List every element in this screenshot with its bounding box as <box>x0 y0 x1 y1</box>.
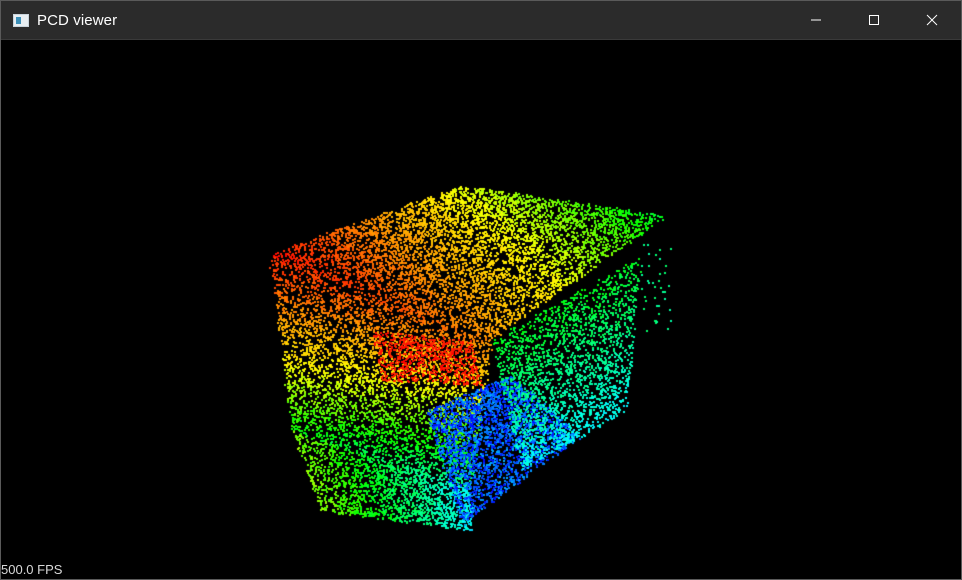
point-cloud-render[interactable] <box>1 40 961 579</box>
close-button[interactable] <box>903 1 961 39</box>
close-icon <box>926 14 938 26</box>
pcd-viewer-window: PCD viewer 500.0 FPS <box>0 0 962 580</box>
window-controls <box>787 1 961 39</box>
point-cloud-viewport[interactable]: 500.0 FPS <box>1 40 961 579</box>
app-window-icon <box>13 13 29 27</box>
window-title: PCD viewer <box>37 11 118 29</box>
title-bar[interactable]: PCD viewer <box>1 1 961 40</box>
fps-counter: 500.0 FPS <box>1 562 63 577</box>
minimize-button[interactable] <box>787 1 845 39</box>
minimize-icon <box>811 19 821 21</box>
maximize-button[interactable] <box>845 1 903 39</box>
maximize-icon <box>869 15 879 25</box>
